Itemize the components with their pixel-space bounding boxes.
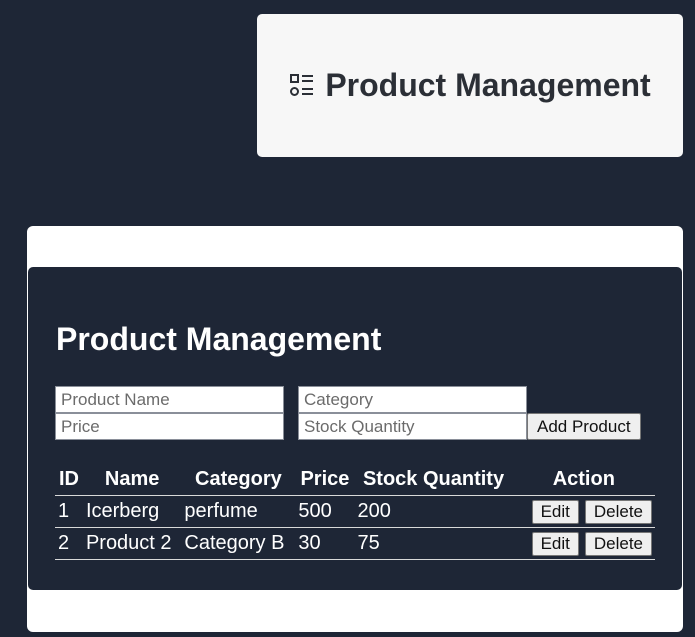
- column-header-action: Action: [512, 465, 655, 496]
- table-header-row: ID Name Category Price Stock Quantity Ac…: [55, 465, 655, 496]
- delete-button[interactable]: Delete: [584, 531, 652, 556]
- panel-title: Product Management: [56, 321, 382, 357]
- product-table: ID Name Category Price Stock Quantity Ac…: [55, 465, 655, 560]
- cell-name: Icerberg: [82, 495, 182, 528]
- column-header-name: Name: [82, 465, 182, 496]
- category-input[interactable]: [298, 386, 527, 413]
- cell-stock: 200: [354, 495, 513, 528]
- column-header-category: Category: [181, 465, 296, 496]
- table-row: 1 Icerberg perfume 500 200 Edit Delete: [55, 495, 655, 528]
- table-row: 2 Product 2 Category B 30 75 Edit Delete: [55, 527, 655, 560]
- cell-id: 2: [55, 527, 83, 560]
- cell-id: 1: [55, 495, 83, 528]
- product-name-input[interactable]: [55, 386, 284, 413]
- cell-price: 30: [295, 527, 355, 560]
- product-form: Add Product: [55, 386, 641, 440]
- add-product-button[interactable]: Add Product: [527, 413, 641, 440]
- page-title: Product Management: [325, 67, 651, 103]
- cell-action: Edit Delete: [512, 527, 655, 560]
- cell-action: Edit Delete: [512, 495, 655, 528]
- edit-button[interactable]: Edit: [531, 499, 579, 524]
- list-icon: [290, 73, 314, 96]
- edit-button[interactable]: Edit: [531, 531, 579, 556]
- column-header-price: Price: [295, 465, 355, 496]
- cell-category: Category B: [181, 527, 296, 560]
- cell-category: perfume: [181, 495, 296, 528]
- cell-price: 500: [295, 495, 355, 528]
- header-title-wrap: Product Management: [289, 67, 651, 104]
- price-input[interactable]: [55, 413, 284, 440]
- stock-quantity-input[interactable]: [298, 413, 527, 440]
- column-header-stock: Stock Quantity: [354, 465, 513, 496]
- column-header-id: ID: [55, 465, 83, 496]
- form-spacer: [541, 386, 641, 413]
- cell-stock: 75: [354, 527, 513, 560]
- product-panel: Product Management Add Product ID Name C…: [28, 267, 682, 590]
- delete-button[interactable]: Delete: [584, 499, 652, 524]
- cell-name: Product 2: [82, 527, 182, 560]
- header-card: Product Management: [257, 14, 683, 157]
